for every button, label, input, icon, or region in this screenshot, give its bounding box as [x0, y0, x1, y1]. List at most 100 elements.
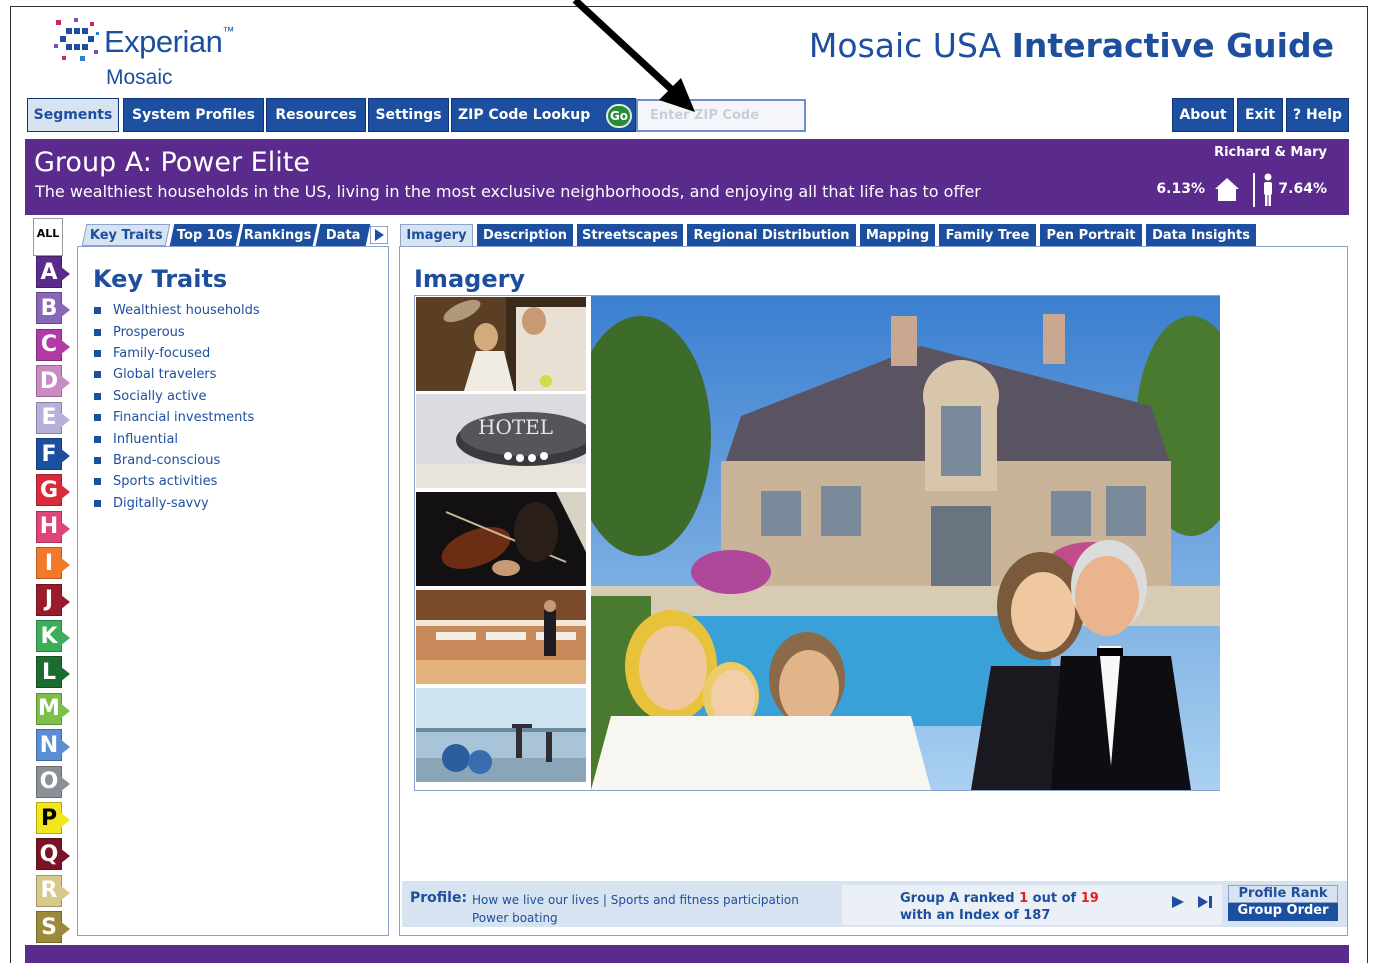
group-letter-label: E — [36, 401, 62, 434]
nav-system-profiles[interactable]: System Profiles — [123, 98, 264, 132]
expand-arrow-icon — [60, 448, 70, 464]
group-letter-label: R — [36, 874, 62, 907]
trait-list: Wealthiest households Prosperous Family-… — [94, 300, 260, 514]
group-letter-j[interactable]: J — [36, 583, 76, 618]
tab-data-insights[interactable]: Data Insights — [1146, 224, 1256, 246]
tab-regional-distribution[interactable]: Regional Distribution — [687, 224, 856, 246]
tab-rankings[interactable]: Rankings — [238, 224, 318, 246]
profile-link-sports[interactable]: Sports and fitness participation — [611, 893, 799, 907]
list-item: Socially active — [94, 386, 260, 407]
group-letter-o[interactable]: O — [36, 765, 76, 800]
footer-band — [25, 945, 1349, 963]
group-letter-m[interactable]: M — [36, 692, 76, 727]
group-letter-n[interactable]: N — [36, 729, 76, 763]
person-icon — [1264, 173, 1272, 206]
population-percent: 7.64% — [1278, 181, 1327, 197]
tab-family-tree[interactable]: Family Tree — [939, 224, 1036, 246]
group-letter-label: K — [36, 620, 62, 652]
group-letter-label: D — [36, 365, 62, 398]
group-letter-label: I — [36, 547, 62, 580]
group-letter-label: H — [36, 510, 62, 543]
expand-arrow-icon — [60, 375, 70, 392]
group-letter-h[interactable]: H — [36, 510, 76, 545]
group-order-button[interactable]: Group Order — [1228, 903, 1338, 921]
tab-pen-portrait[interactable]: Pen Portrait — [1040, 224, 1142, 246]
profile-link-lives[interactable]: How we live our lives — [472, 893, 599, 907]
nav-help[interactable]: ? Help — [1286, 98, 1349, 132]
group-letter-p[interactable]: P — [36, 802, 76, 836]
go-button[interactable]: Go — [606, 104, 632, 128]
group-letter-label: F — [36, 438, 62, 470]
rank-text: Group A ranked 1 out of 19 with an Index… — [900, 891, 1099, 923]
group-letter-label: J — [36, 583, 62, 616]
last-icon[interactable] — [1196, 894, 1214, 910]
group-letter-e[interactable]: E — [36, 401, 76, 436]
group-letter-s[interactable]: S — [36, 911, 76, 945]
profile-link-boating[interactable]: Power boating — [472, 911, 558, 925]
group-letter-r[interactable]: R — [36, 874, 76, 909]
expand-arrow-icon — [60, 557, 70, 574]
tab-top-10s[interactable]: Top 10s — [169, 224, 241, 246]
profile-rank-button[interactable]: Profile Rank — [1228, 885, 1338, 903]
nav-segments[interactable]: Segments — [27, 98, 119, 132]
list-item: Global travelers — [94, 364, 260, 385]
nav-about[interactable]: About — [1172, 98, 1234, 132]
expand-arrow-icon — [60, 520, 70, 537]
group-letter-c[interactable]: C — [36, 328, 76, 363]
group-letter-a[interactable]: A — [36, 256, 76, 290]
tab-imagery[interactable]: Imagery — [400, 224, 473, 246]
tab-description[interactable]: Description — [477, 224, 573, 246]
list-item: Family-focused — [94, 343, 260, 364]
expand-arrow-icon — [60, 630, 70, 646]
nav-settings[interactable]: Settings — [368, 98, 449, 132]
group-letter-l[interactable]: L — [36, 656, 76, 690]
next-icon[interactable] — [1170, 894, 1186, 910]
all-groups-tab[interactable]: ALL — [33, 218, 63, 256]
svg-text:HOTEL: HOTEL — [478, 415, 553, 439]
tab-data[interactable]: Data — [315, 224, 371, 246]
tab-key-traits[interactable]: Key Traits — [81, 224, 171, 246]
tab-streetscapes[interactable]: Streetscapes — [577, 224, 683, 246]
group-letter-g[interactable]: G — [36, 474, 76, 508]
expand-arrow-icon — [60, 812, 70, 828]
list-item: Influential — [94, 428, 260, 449]
group-header: Group A: Power Elite The wealthiest hous… — [25, 139, 1349, 215]
group-letter-label: B — [36, 292, 62, 325]
expand-arrow-icon — [60, 593, 70, 610]
group-letter-d[interactable]: D — [36, 365, 76, 399]
tab-mapping[interactable]: Mapping — [860, 224, 935, 246]
thumbnail-yacht-image[interactable] — [416, 590, 586, 684]
group-letter-label: N — [36, 729, 62, 762]
thumbnail-gym-image[interactable] — [416, 688, 586, 782]
group-letter-k[interactable]: K — [36, 620, 76, 654]
zip-code-input[interactable]: Enter ZIP Code — [636, 99, 806, 132]
thumbnail-violin-image[interactable] — [416, 492, 586, 586]
group-letter-label: C — [36, 328, 62, 361]
thumbnail-hotel-image[interactable]: HOTEL — [416, 394, 586, 488]
experian-logo-icon — [54, 18, 99, 61]
group-letter-f[interactable]: F — [36, 438, 76, 472]
imagery-heading: Imagery — [414, 265, 526, 293]
group-letter-i[interactable]: I — [36, 547, 76, 581]
expand-arrow-icon — [60, 739, 70, 756]
households-percent: 6.13% — [1156, 181, 1205, 197]
profile-links: How we live our lives | Sports and fitne… — [472, 893, 799, 925]
group-letter-label: A — [36, 256, 62, 288]
group-letter-b[interactable]: B — [36, 292, 76, 326]
hero-mansion-image — [591, 296, 1220, 790]
expand-arrow-icon — [60, 884, 70, 901]
group-letter-label: M — [36, 692, 62, 725]
profile-label: Profile: — [410, 890, 468, 906]
expand-arrow-icon — [60, 848, 70, 865]
nav-exit[interactable]: Exit — [1237, 98, 1283, 132]
nav-resources[interactable]: Resources — [266, 98, 366, 132]
divider — [1253, 173, 1255, 207]
group-letter-label: O — [36, 765, 62, 798]
list-item: Wealthiest households — [94, 300, 260, 321]
tab-scroll-right-icon[interactable] — [370, 226, 388, 244]
expand-arrow-icon — [60, 411, 70, 428]
group-letter-q[interactable]: Q — [36, 838, 76, 872]
imagery-panel: Imagery HOTEL Profile: How we live our l… — [399, 246, 1348, 936]
expand-arrow-icon — [60, 666, 70, 683]
thumbnail-tennis-image[interactable] — [416, 297, 586, 391]
